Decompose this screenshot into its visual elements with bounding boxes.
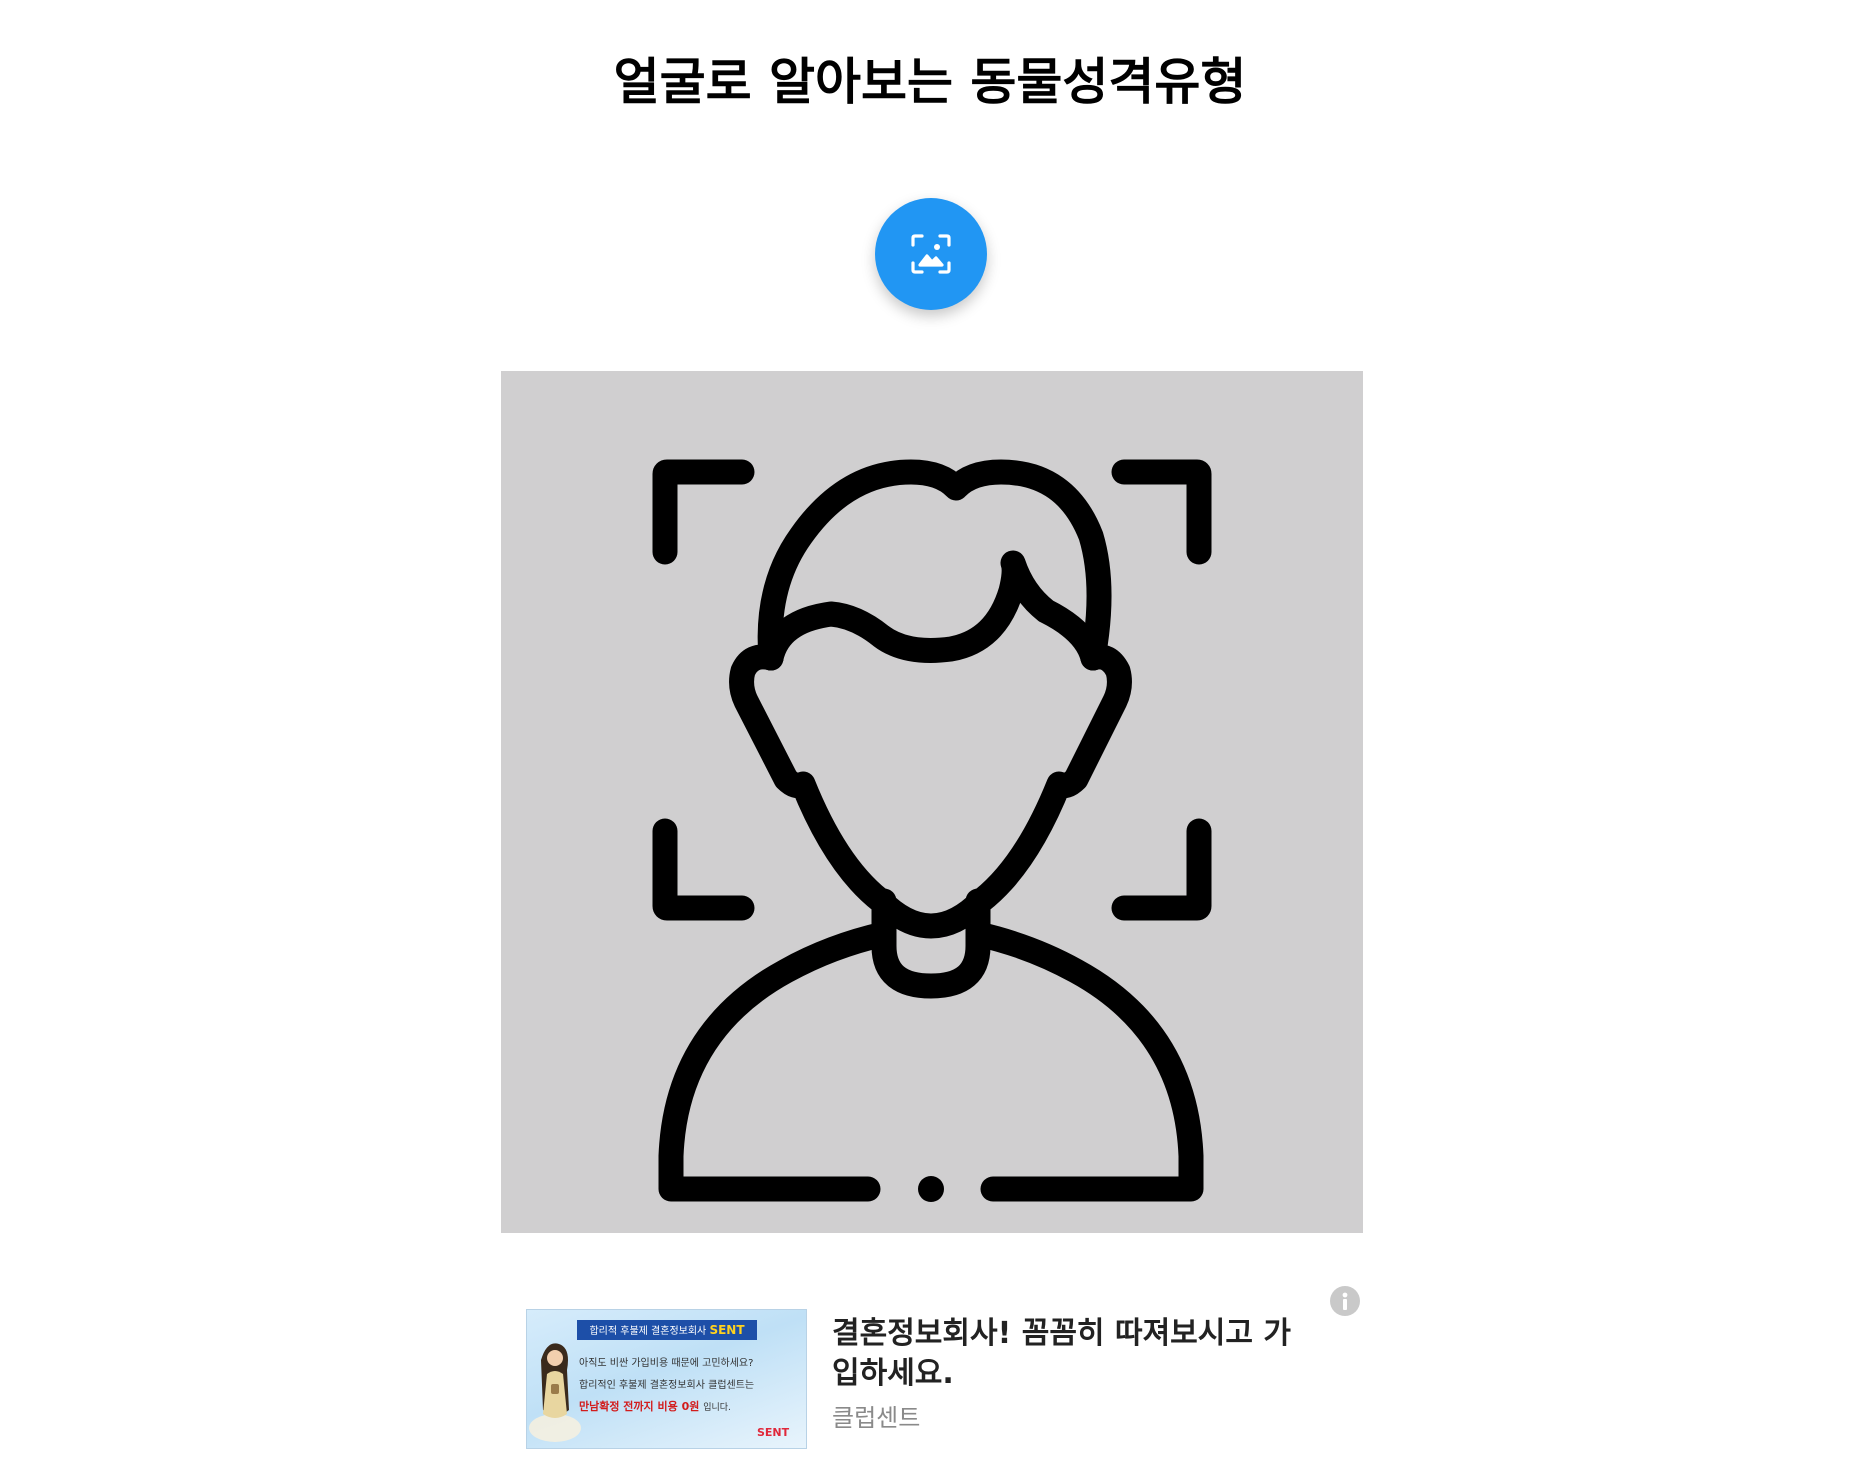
- thumb-line-3-tail: 입니다.: [703, 1403, 731, 1413]
- thumb-line-3-main: 만남확정 전까지 비용 0원: [579, 1400, 700, 1413]
- page-title: 얼굴로 알아보는 동물성격유형: [613, 53, 1247, 111]
- ad-headline[interactable]: 결혼정보회사! 꼼꼼히 따져보시고 가입하세요.: [832, 1314, 1302, 1394]
- info-icon[interactable]: [1330, 1286, 1360, 1316]
- thumb-banner-brand: SENT: [709, 1323, 745, 1337]
- thumb-line-3: 만남확정 전까지 비용 0원 입니다.: [579, 1400, 731, 1415]
- upload-image-button[interactable]: [875, 198, 987, 310]
- thumb-logo: SENT: [757, 1426, 790, 1439]
- page: 얼굴로 알아보는 동물성격유형 합리적 후불제 결혼정보회사 SENT 아직도 …: [0, 0, 1860, 1474]
- image-scan-icon: [909, 232, 953, 276]
- ad-unit[interactable]: 합리적 후불제 결혼정보회사 SENT 아직도 비싼 가입비용 때문에 고민하세…: [526, 1280, 1366, 1460]
- ad-advertiser[interactable]: 클럽센트: [832, 1402, 920, 1434]
- image-preview[interactable]: [501, 371, 1363, 1233]
- thumb-banner-text: 합리적 후불제 결혼정보회사: [589, 1326, 707, 1337]
- thumb-line-2: 합리적인 후불제 결혼정보회사 클럽센트는: [579, 1380, 755, 1391]
- thumb-line-1: 아직도 비싼 가입비용 때문에 고민하세요?: [579, 1358, 754, 1369]
- thumb-banner: 합리적 후불제 결혼정보회사 SENT: [577, 1320, 757, 1340]
- ad-thumbnail[interactable]: 합리적 후불제 결혼정보회사 SENT 아직도 비싼 가입비용 때문에 고민하세…: [526, 1309, 807, 1449]
